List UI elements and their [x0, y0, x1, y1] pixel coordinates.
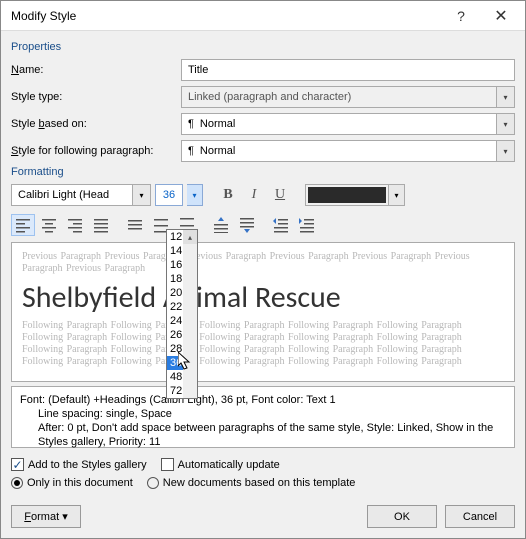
decrease-indent-button[interactable]	[269, 214, 293, 236]
style-description: Font: (Default) +Headings (Calibri Light…	[11, 386, 515, 448]
cancel-button[interactable]: Cancel	[445, 505, 515, 528]
align-right-button[interactable]	[63, 214, 87, 236]
color-swatch	[308, 187, 386, 203]
auto-update-checkbox[interactable]: Automatically update	[161, 458, 280, 471]
chevron-down-icon[interactable]: ▾	[496, 141, 514, 161]
spacing-1-button[interactable]	[123, 214, 147, 236]
increase-indent-button[interactable]	[295, 214, 319, 236]
font-combo[interactable]: Calibri Light (Head▾	[11, 184, 151, 206]
radio-icon	[147, 477, 159, 489]
modify-style-dialog: Modify Style ? ✕ Properties Name: Style …	[0, 0, 526, 539]
bold-button[interactable]: B	[217, 184, 239, 206]
scrollbar[interactable]: ▴	[183, 244, 197, 398]
radio-icon	[11, 477, 23, 489]
font-size-dropdown[interactable]: ▴ 121416182022242628364872	[166, 229, 198, 399]
only-this-document-radio[interactable]: Only in this document	[11, 477, 133, 489]
properties-heading: Properties	[11, 41, 515, 53]
style-type-combo: Linked (paragraph and character)▾	[181, 86, 515, 108]
based-on-label: Style based on:	[11, 118, 181, 130]
preview-sample-text: Shelbyfield Animal Rescue	[22, 279, 504, 316]
align-left-button[interactable]	[11, 214, 35, 236]
underline-button[interactable]: U	[269, 184, 291, 206]
ok-button[interactable]: OK	[367, 505, 437, 528]
chevron-down-icon[interactable]: ▾	[496, 114, 514, 134]
formatting-heading: Formatting	[11, 166, 515, 178]
titlebar: Modify Style ? ✕	[1, 1, 525, 31]
align-justify-button[interactable]	[89, 214, 113, 236]
preview-pane: Previous Paragraph Previous Paragraph Pr…	[11, 242, 515, 382]
help-button[interactable]: ?	[441, 2, 481, 30]
scroll-up-button[interactable]: ▴	[183, 230, 197, 244]
font-size-dropdown-button[interactable]: ▾	[187, 184, 203, 206]
add-to-gallery-checkbox[interactable]: Add to the Styles gallery	[11, 458, 147, 471]
close-button[interactable]: ✕	[481, 2, 521, 30]
italic-button[interactable]: I	[243, 184, 265, 206]
checkbox-icon	[11, 458, 24, 471]
following-combo[interactable]: ¶Normal▾	[181, 140, 515, 162]
paragraph-icon: ¶	[188, 145, 194, 157]
style-type-label: Style type:	[11, 91, 181, 103]
font-size-input[interactable]: 36	[155, 184, 183, 206]
following-label: Style for following paragraph:	[11, 145, 181, 157]
align-center-button[interactable]	[37, 214, 61, 236]
name-input[interactable]	[181, 59, 515, 81]
font-color-picker[interactable]: ▾	[305, 184, 405, 206]
chevron-down-icon[interactable]: ▾	[388, 185, 404, 205]
space-before-dec-button[interactable]	[235, 214, 259, 236]
new-documents-radio[interactable]: New documents based on this template	[147, 477, 356, 489]
based-on-combo[interactable]: ¶Normal▾	[181, 113, 515, 135]
space-before-inc-button[interactable]	[209, 214, 233, 236]
mouse-cursor	[178, 352, 194, 372]
window-title: Modify Style	[11, 9, 441, 23]
name-label: Name:	[11, 64, 181, 76]
format-menu-button[interactable]: ForFormatmat ▾	[11, 505, 81, 528]
preview-ghost-next: Following Paragraph Following Paragraph …	[22, 320, 504, 368]
chevron-down-icon: ▾	[496, 87, 514, 107]
checkbox-icon	[161, 458, 174, 471]
paragraph-icon: ¶	[188, 118, 194, 130]
chevron-down-icon[interactable]: ▾	[132, 185, 150, 205]
preview-ghost-prev: Previous Paragraph Previous Paragraph Pr…	[22, 251, 504, 275]
